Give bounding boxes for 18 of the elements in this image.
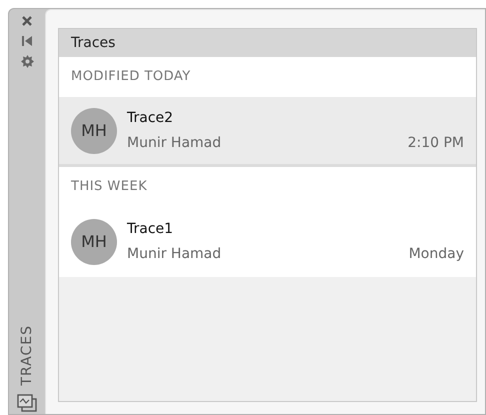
- close-icon[interactable]: [21, 15, 33, 27]
- avatar: MH: [71, 219, 117, 265]
- collapse-icon[interactable]: [21, 36, 33, 46]
- trace-time: 2:10 PM: [408, 134, 464, 152]
- side-tab-label[interactable]: TRACES: [16, 325, 38, 386]
- trace-name: Trace2: [127, 108, 174, 128]
- trace-time: Monday: [408, 245, 464, 264]
- group-heading: THIS WEEK: [71, 178, 148, 196]
- trace-author: Munir Hamad: [127, 245, 222, 264]
- panel-title: Traces: [71, 34, 116, 52]
- trace-list-item[interactable]: MH Trace1 Munir Hamad Monday: [59, 207, 476, 277]
- settings-icon[interactable]: [20, 55, 34, 68]
- trace-author: Munir Hamad: [127, 134, 222, 152]
- group-heading: MODIFIED TODAY: [71, 68, 191, 86]
- avatar: MH: [71, 108, 117, 154]
- trace-name: Trace1: [127, 220, 174, 239]
- trace-window-icon[interactable]: [17, 394, 37, 412]
- trace-list-item[interactable]: MH Trace2 Munir Hamad 2:10 PM: [59, 97, 476, 167]
